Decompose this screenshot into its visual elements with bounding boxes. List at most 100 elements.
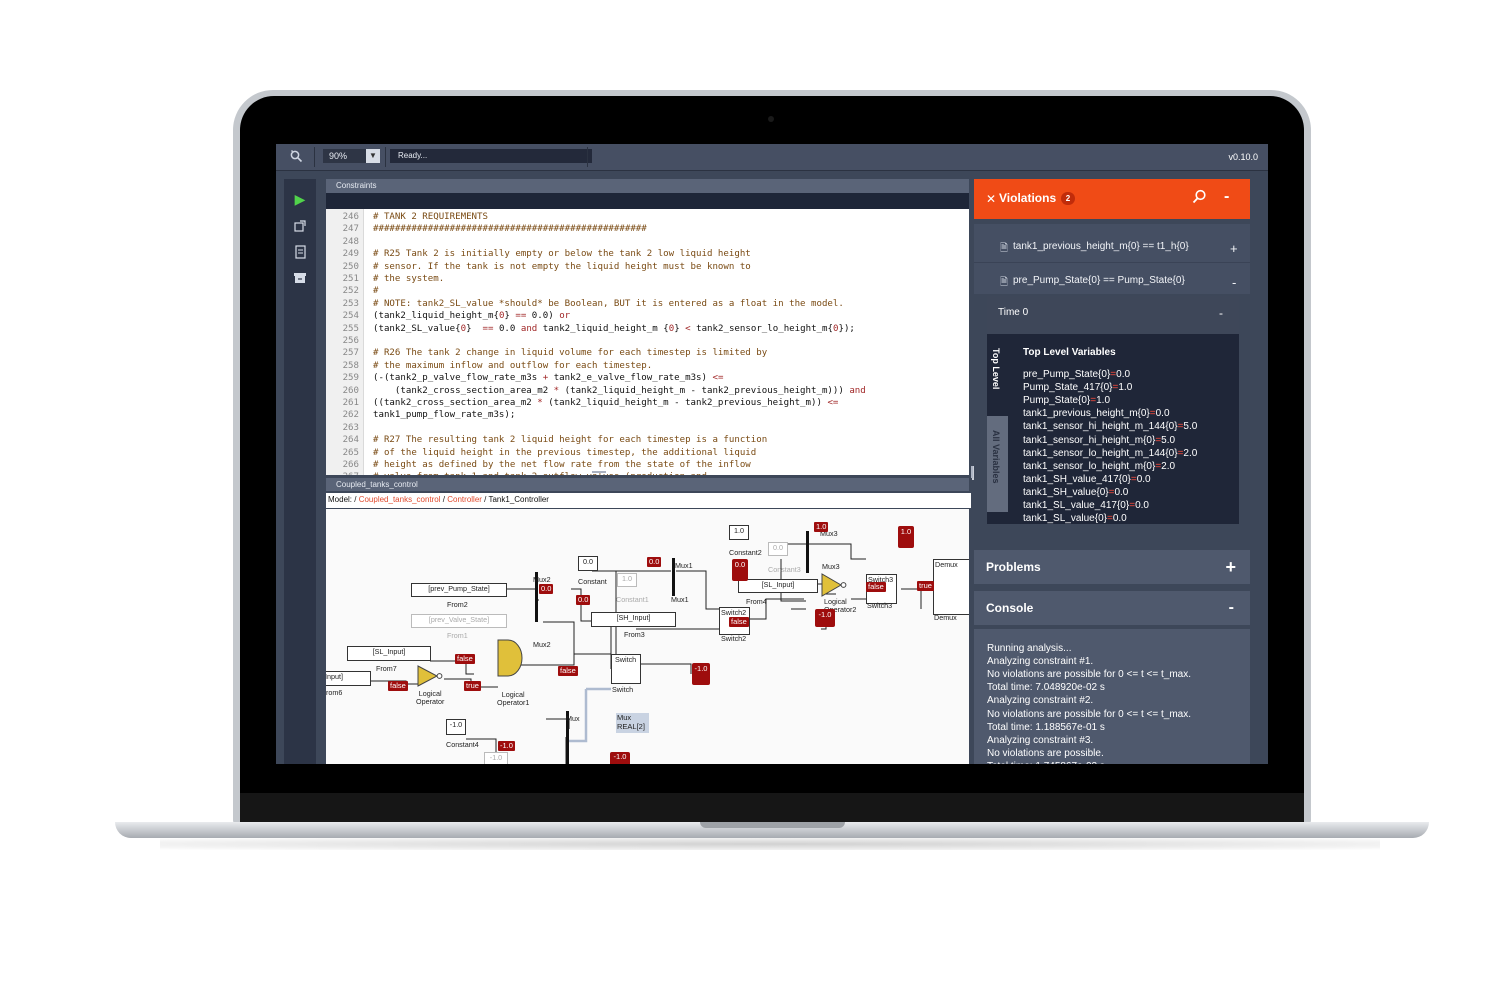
block-label-constant4: Constant4 — [446, 740, 479, 749]
divider — [974, 584, 1250, 590]
from-block-sl-input-2[interactable]: [SL_Input] — [738, 579, 818, 593]
zoom-search-icon[interactable] — [290, 150, 303, 166]
console-line: No violations are possible for 0 <= t <=… — [987, 708, 1191, 720]
value-badge: 0.0 — [647, 557, 662, 567]
breadcrumb-current: Tank1_Controller — [488, 495, 549, 504]
archive-icon[interactable] — [292, 271, 308, 287]
time-section-header[interactable]: Time 0 - — [987, 296, 1239, 334]
play-icon[interactable]: ▶ — [292, 191, 308, 207]
variable-row: tank1_SH_value_417{0}=0.0 — [1023, 473, 1151, 486]
collapse-icon[interactable]: - — [1232, 275, 1236, 290]
variable-name: tank1_sensor_hi_height_m_144{0} — [1023, 421, 1178, 433]
variable-value: 0.0 — [1114, 486, 1129, 498]
violations-title: Violations — [999, 191, 1057, 205]
line-number: 258 — [342, 360, 359, 371]
variable-row: tank1_SH_value{0}=0.0 — [1023, 486, 1128, 499]
from-block-prev-pump-state[interactable]: [prev_Pump_State] — [411, 583, 507, 597]
expand-icon[interactable]: + — [1225, 550, 1236, 584]
variable-name: tank1_sensor_hi_height_m{0} — [1023, 434, 1156, 446]
code-line: 266 # height as defined by the net flow r… — [326, 459, 751, 471]
collapse-icon[interactable]: - — [1229, 591, 1234, 625]
block-label-from3: From3 — [624, 630, 645, 639]
camera-dot — [768, 116, 774, 122]
variable-row: Pump_State{0}=1.0 — [1023, 394, 1110, 407]
code-text: # R27 The resulting tank 2 liquid height… — [373, 435, 768, 446]
code-line: 252 # — [326, 285, 379, 297]
constant5-block[interactable]: -1.0 — [484, 752, 508, 764]
constraints-editor[interactable]: 246 # TANK 2 REQUIREMENTS 247 #############… — [326, 206, 969, 475]
file-icon: 🗎 — [1000, 277, 1009, 288]
code-line: 249 # R25 Tank 2 is initially empty or be… — [326, 248, 751, 260]
panel-resize-handle[interactable] — [971, 466, 973, 478]
console-header[interactable]: Console - — [974, 591, 1250, 625]
violation-item-2[interactable]: pre_Pump_State{0} == Pump_State{0} — [1013, 275, 1185, 286]
value-badge: false — [558, 666, 578, 676]
close-icon[interactable]: ✕ — [986, 192, 996, 206]
constant-block[interactable]: 0.0 — [578, 556, 598, 571]
line-number: 266 — [342, 460, 359, 470]
line-number: 263 — [342, 422, 359, 433]
divider — [974, 262, 1250, 263]
variable-name: tank1_SL_value{0} — [1023, 513, 1107, 525]
document-icon[interactable] — [292, 245, 308, 261]
violation-item-1[interactable]: tank1_previous_height_m{0} == t1_h{0} — [1013, 241, 1189, 252]
code-line: 257 # R26 The tank 2 change in liquid vol… — [326, 347, 768, 359]
expand-icon[interactable]: + — [1230, 241, 1238, 256]
variable-value: 2.0 — [1183, 447, 1198, 459]
line-number: 257 — [342, 348, 359, 359]
value-badge: true — [464, 681, 481, 691]
code-line: 247 #####################################… — [326, 223, 647, 235]
collapse-icon[interactable]: - — [1219, 306, 1223, 320]
block-label-demux: Demux — [934, 613, 957, 622]
from-block-input[interactable]: Input] — [326, 671, 371, 686]
block-label-logical-operator1: Logical Operator1 — [497, 690, 530, 707]
value-badge-large: -1.0 — [610, 752, 630, 764]
laptop-shadow — [160, 838, 1380, 850]
code-line: 251 # the system. — [326, 273, 445, 285]
console-title: Console — [986, 601, 1034, 615]
variable-row: tank1_sensor_hi_height_m{0}=5.0 — [1023, 434, 1175, 447]
line-number: 251 — [342, 274, 359, 284]
variable-value: 0.0 — [1112, 513, 1127, 525]
chevron-down-icon[interactable]: ▼ — [366, 149, 380, 163]
line-number: 255 — [342, 323, 359, 334]
value-badge-large: 0.0 — [732, 559, 748, 581]
from-block-sl-input[interactable]: [SL_Input] — [347, 646, 431, 661]
breadcrumb-link-controller[interactable]: Controller — [447, 495, 482, 504]
value-badge-large: 1.0 — [898, 526, 914, 548]
model-diagram-canvas[interactable]: [prev_Pump_State] From2 [prev_Valve_Stat… — [326, 509, 969, 764]
zoom-level-field[interactable]: 90% — [323, 149, 369, 163]
demux-block[interactable]: Demux — [933, 559, 969, 615]
code-line: 246 # TANK 2 REQUIREMENTS — [326, 211, 488, 223]
signal-tag: Mux REAL[2] — [616, 713, 649, 733]
tab-top-level[interactable]: Top Level — [987, 334, 1008, 416]
line-number: 261 — [342, 398, 359, 408]
code-text: # the maximum inflow and outflow for eac… — [373, 360, 653, 371]
collapse-icon[interactable]: - — [1224, 188, 1229, 206]
code-text: (tank2_cross_section_area_m2 * (tank2_li… — [373, 385, 866, 396]
console-line: No violations are possible for 0 <= t <=… — [987, 669, 1191, 681]
switch-block[interactable]: Switch — [611, 654, 641, 684]
constant3-block[interactable]: 0.0 — [768, 542, 788, 556]
export-icon[interactable] — [292, 219, 308, 235]
signal-tag-name: Mux — [617, 713, 632, 722]
problems-header[interactable]: Problems + — [974, 550, 1250, 584]
variable-name: tank1_sensor_lo_height_m_144{0} — [1023, 447, 1178, 459]
variable-name: tank1_previous_height_m{0} — [1023, 408, 1150, 420]
splitter-handle[interactable] — [592, 471, 606, 473]
constant4-block[interactable]: -1.0 — [446, 719, 466, 735]
from-block-sh-input[interactable]: [SH_Input] — [591, 612, 676, 627]
breadcrumb-link-model[interactable]: Coupled_tanks_control — [359, 495, 441, 504]
tab-all-variables[interactable]: All Variables — [987, 416, 1008, 512]
constant2-block[interactable]: 1.0 — [729, 525, 749, 540]
line-number: 254 — [342, 311, 359, 322]
block-label-constant2: Constant2 — [729, 548, 762, 557]
block-label-switch3: Switch3 — [867, 601, 893, 610]
block-label-logical-operator: Logical Operator — [416, 689, 445, 706]
from-block-prev-valve-state[interactable]: [prev_Valve_State] — [411, 614, 507, 628]
mux3-block[interactable] — [806, 531, 809, 573]
constant1-block[interactable]: 1.0 — [617, 573, 637, 587]
line-number: 267 — [326, 471, 359, 475]
console-line: Running analysis... — [987, 643, 1072, 654]
search-icon[interactable] — [1192, 189, 1207, 209]
